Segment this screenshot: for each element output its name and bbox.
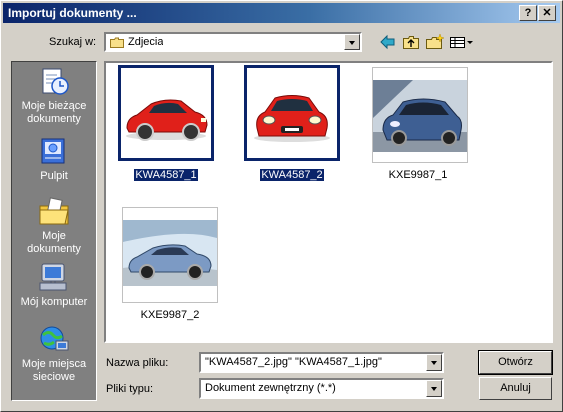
place-desktop[interactable]: Pulpit [12, 136, 96, 183]
place-label: Moje miejsca sieciowe [21, 358, 87, 383]
red-car-side-image [126, 99, 208, 141]
place-my-documents[interactable]: Moje dokumenty [12, 196, 96, 256]
place-label: Moje bieżące dokumenty [21, 100, 87, 125]
filename-combo[interactable]: "KWA4587_2.jpg" "KWA4587_1.jpg" [199, 352, 444, 373]
blue-car-side-image [123, 208, 217, 302]
close-button[interactable]: ✕ [538, 5, 556, 21]
places-bar: Moje bieżące dokumenty Pulpit Moje dokum… [11, 61, 97, 401]
file-thumbnail[interactable] [372, 67, 468, 163]
file-name[interactable]: KXE9987_2 [110, 309, 230, 321]
filetype-dropdown-button[interactable] [426, 380, 442, 397]
file-name[interactable]: KXE9987_1 [358, 169, 478, 181]
network-places-icon [37, 324, 71, 356]
back-arrow-icon[interactable] [378, 33, 398, 51]
filename-dropdown-button[interactable] [426, 354, 442, 371]
file-thumbnail[interactable] [122, 207, 218, 303]
lookin-dropdown-button[interactable] [344, 34, 360, 50]
window-title: Importuj dokumenty ... [8, 6, 137, 20]
lookin-label: Szukaj w: [49, 36, 97, 48]
folder-icon [110, 37, 124, 48]
title-bar: Importuj dokumenty ... ? ✕ [3, 3, 560, 23]
file-name[interactable]: KWA4587_2 [232, 168, 352, 182]
place-recent-documents[interactable]: Moje bieżące dokumenty [12, 66, 96, 126]
place-label: Mój komputer [20, 296, 88, 308]
place-label: Moje dokumenty [27, 230, 81, 255]
filetype-value: Dokument zewnętrzny (*.*) [205, 382, 336, 394]
file-thumbnail[interactable] [244, 65, 340, 161]
new-folder-icon[interactable] [424, 33, 445, 51]
red-car-front-image [254, 95, 330, 142]
view-menu-icon[interactable] [448, 33, 474, 51]
file-list[interactable]: KWA4587_1 KWA4587_2 KXE9987_1 KXE9987_2 [104, 61, 553, 343]
file-name[interactable]: KWA4587_1 [106, 168, 226, 182]
filename-label: Nazwa pliku: [106, 357, 169, 369]
place-network-places[interactable]: Moje miejsca sieciowe [12, 324, 96, 384]
my-computer-icon [37, 262, 71, 294]
filetype-label: Pliki typu: [106, 383, 154, 395]
lookin-value: Zdjecia [128, 36, 164, 48]
place-label: Pulpit [40, 170, 68, 182]
up-folder-icon[interactable] [401, 33, 421, 51]
open-button[interactable]: Otwórz [478, 350, 553, 375]
blue-car-image [373, 68, 467, 162]
my-documents-icon [37, 196, 71, 228]
filename-input[interactable]: "KWA4587_2.jpg" "KWA4587_1.jpg" [205, 356, 424, 368]
lookin-combo[interactable]: Zdjecia [104, 32, 362, 52]
desktop-icon [37, 136, 71, 168]
import-dialog: Importuj dokumenty ... ? ✕ Szukaj w: Zdj… [0, 0, 563, 412]
cancel-button[interactable]: Anuluj [479, 377, 552, 400]
file-thumbnail[interactable] [118, 65, 214, 161]
help-button[interactable]: ? [519, 5, 537, 21]
recent-documents-icon [37, 66, 71, 98]
place-my-computer[interactable]: Mój komputer [12, 262, 96, 309]
filetype-combo[interactable]: Dokument zewnętrzny (*.*) [199, 378, 444, 399]
